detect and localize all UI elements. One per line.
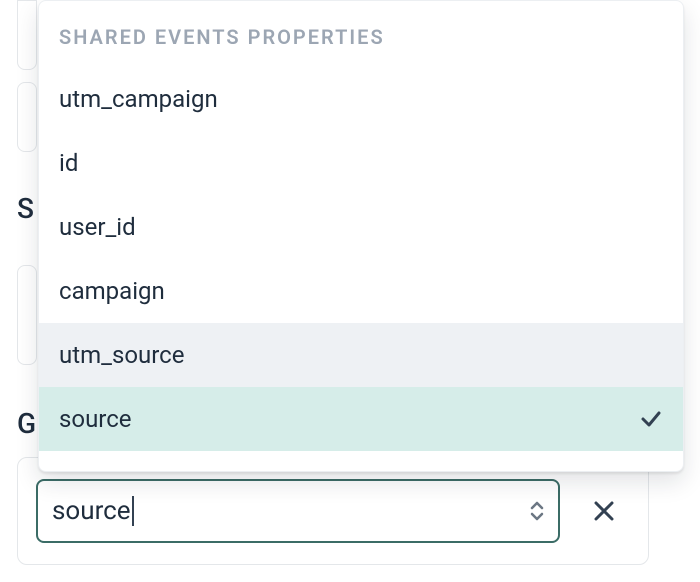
dropdown-option[interactable]: utm_source [39, 323, 683, 387]
dropdown-section-header: Shared Events Properties [39, 7, 683, 67]
dropdown-option[interactable]: utm_campaign [39, 67, 683, 131]
property-dropdown[interactable]: Shared Events Properties utm_campaign id… [38, 0, 684, 472]
combobox-value: source [52, 496, 131, 526]
clear-button[interactable] [582, 489, 626, 533]
property-combobox[interactable]: source [36, 479, 560, 543]
dropdown-option-label: id [59, 149, 78, 177]
dropdown-option[interactable]: source [39, 387, 683, 451]
bg-section-label: G [17, 407, 36, 440]
dropdown-option-label: user_id [59, 213, 136, 241]
dropdown-option-label: utm_campaign [59, 85, 218, 113]
dropdown-option-label: campaign [59, 277, 165, 305]
dropdown-option[interactable]: id [39, 131, 683, 195]
check-icon [639, 407, 663, 431]
chevrons-up-down-icon[interactable] [528, 501, 546, 521]
group-by-card: source [17, 457, 649, 565]
dropdown-option[interactable]: user_id [39, 195, 683, 259]
close-icon [591, 498, 617, 524]
text-caret [132, 496, 134, 526]
dropdown-option[interactable]: campaign [39, 259, 683, 323]
dropdown-option-label: source [59, 405, 132, 433]
dropdown-option-label: utm_source [59, 341, 184, 369]
bg-section-label: S [17, 192, 34, 225]
